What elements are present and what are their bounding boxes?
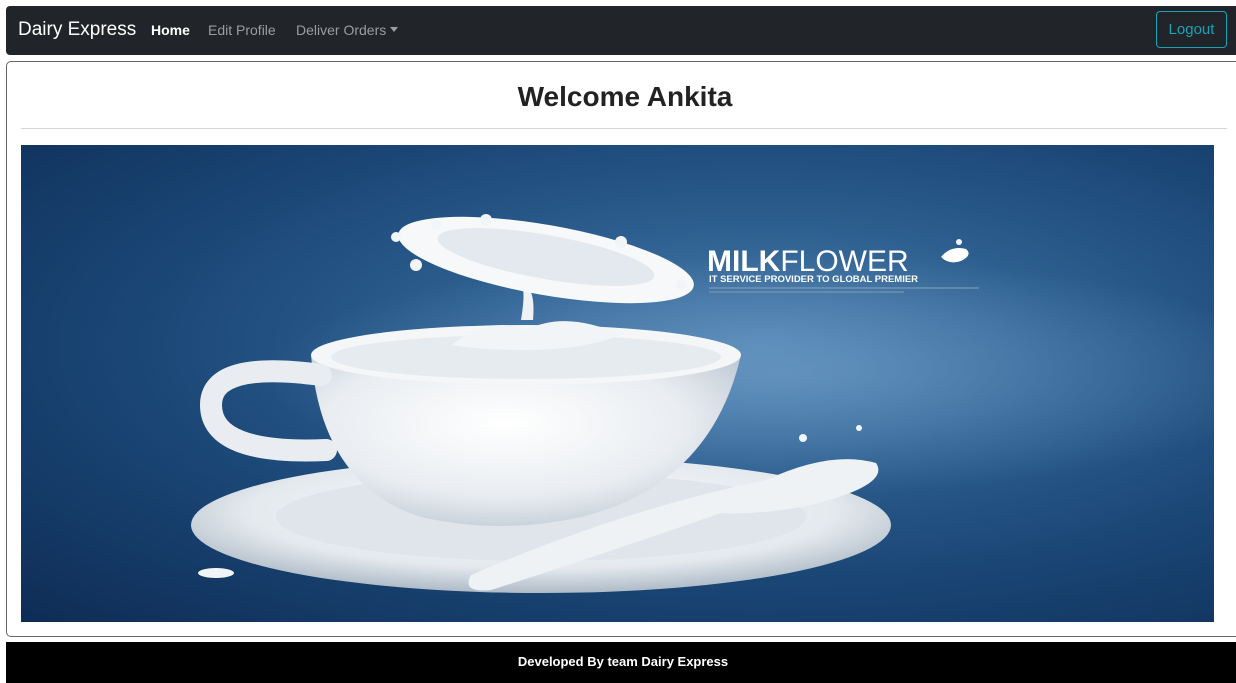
welcome-card: Welcome Ankita MILKFLOWER IT SERVICE PRO…	[6, 61, 1236, 637]
nav-link-deliver-orders-label: Deliver Orders	[296, 22, 387, 38]
chevron-down-icon	[390, 27, 399, 32]
footer: Developed By team Dairy Express	[6, 642, 1236, 683]
hero-banner-image: MILKFLOWER IT SERVICE PROVIDER TO GLOBAL…	[21, 145, 1214, 622]
banner-tagline: IT SERVICE PROVIDER TO GLOBAL PREMIER	[709, 274, 918, 285]
page-title: Welcome Ankita	[517, 81, 733, 112]
nav-link-edit-profile[interactable]: Edit Profile	[208, 22, 276, 38]
nav-link-home[interactable]: Home	[151, 22, 190, 38]
milk-cup-illustration: MILKFLOWER IT SERVICE PROVIDER TO GLOBAL…	[191, 214, 1214, 593]
logout-button[interactable]: Logout	[1156, 11, 1227, 48]
brand-logo[interactable]: Dairy Express	[18, 19, 136, 41]
nav-dropdown-deliver-orders[interactable]: Deliver Orders	[296, 22, 399, 38]
footer-credit: Developed By team Dairy Express	[517, 654, 729, 669]
divider	[21, 128, 1227, 129]
milk-drop-logo-icon	[941, 248, 969, 263]
top-navbar: Dairy Express Home Edit Profile Deliver …	[6, 6, 1236, 55]
